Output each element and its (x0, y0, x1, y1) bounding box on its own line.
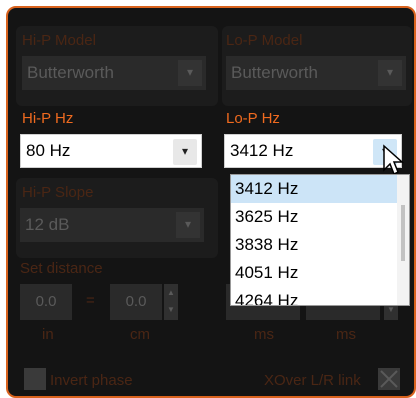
hi-p-slope-value: 12 dB (25, 215, 70, 234)
list-item[interactable]: 3625 Hz (231, 203, 397, 231)
hi-p-hz-value: 80 Hz (26, 141, 71, 160)
chevron-down-icon: ▾ (178, 60, 202, 86)
distance-cm-unit: cm (130, 326, 150, 343)
chevron-down-icon: ▾ (378, 60, 402, 86)
delay-unit-1: ms (254, 326, 274, 343)
crossover-panel: Hi-P Model Butterworth ▾ Lo-P Model Butt… (6, 6, 416, 398)
chevron-down-icon[interactable]: ▼ (164, 301, 178, 318)
hi-p-model-select[interactable]: Butterworth ▾ (22, 56, 206, 90)
list-item[interactable]: 3838 Hz (231, 231, 397, 259)
hi-p-model-label: Hi-P Model (22, 32, 96, 49)
close-icon (380, 370, 398, 388)
lo-p-hz-label: Lo-P Hz (226, 110, 280, 127)
list-item[interactable]: 4051 Hz (231, 259, 397, 287)
list-item[interactable]: 3412 Hz (231, 175, 397, 203)
list-item[interactable]: 4264 Hz (231, 287, 397, 305)
dropdown-scrollbar[interactable] (397, 175, 409, 305)
delay-unit-2: ms (336, 326, 356, 343)
lo-p-model-label: Lo-P Model (226, 32, 303, 49)
mouse-pointer-icon (383, 144, 404, 176)
lo-p-hz-select[interactable]: 3412 Hz ▾ (224, 134, 402, 168)
hi-p-model-value: Butterworth (27, 63, 114, 82)
distance-in-unit: in (42, 326, 54, 343)
xover-link-checkbox[interactable] (378, 368, 400, 390)
lo-p-model-select[interactable]: Butterworth ▾ (226, 56, 406, 90)
distance-in-input[interactable]: 0.0 (20, 284, 72, 320)
distance-spinner[interactable]: ▲ ▼ (164, 284, 178, 320)
hi-p-slope-label: Hi-P Slope (22, 184, 94, 201)
chevron-down-icon: ▾ (173, 139, 197, 165)
distance-equals: = (86, 292, 95, 309)
hi-p-hz-label: Hi-P Hz (22, 110, 74, 127)
chevron-down-icon: ▾ (176, 212, 200, 238)
lo-p-hz-value: 3412 Hz (230, 141, 294, 160)
invert-phase-label: Invert phase (50, 372, 133, 389)
lo-p-model-value: Butterworth (231, 63, 318, 82)
hi-p-slope-select[interactable]: 12 dB ▾ (20, 208, 204, 242)
set-distance-label: Set distance (20, 260, 103, 277)
chevron-up-icon[interactable]: ▲ (164, 284, 178, 301)
invert-phase-checkbox[interactable] (24, 368, 46, 390)
distance-cm-input[interactable]: 0.0 (110, 284, 162, 320)
hi-p-hz-select[interactable]: 80 Hz ▾ (20, 134, 202, 168)
lo-p-hz-dropdown-list[interactable]: 3412 Hz 3625 Hz 3838 Hz 4051 Hz 4264 Hz (230, 174, 410, 306)
xover-link-label: XOver L/R link (264, 372, 361, 389)
scrollbar-thumb[interactable] (401, 205, 405, 261)
